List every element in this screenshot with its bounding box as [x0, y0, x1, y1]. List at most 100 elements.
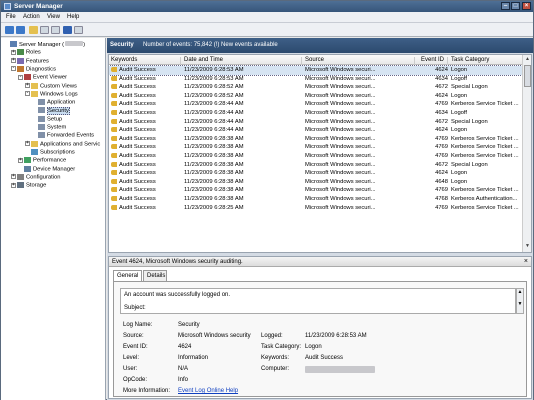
col-keywords[interactable]: Keywords	[111, 57, 181, 65]
table-row[interactable]: Audit Success 11/23/2009 6:28:38 AM Micros…	[109, 143, 522, 152]
tree-item[interactable]: - Diagnostics	[11, 65, 56, 74]
help-icon[interactable]	[63, 26, 72, 34]
table-row[interactable]: Audit Success 11/23/2009 6:28:44 AM Micros…	[109, 100, 522, 109]
tree-item[interactable]: Forwarded Events	[32, 132, 94, 140]
table-row[interactable]: Audit Success 11/23/2009 6:28:44 AM Micros…	[109, 109, 522, 118]
table-row[interactable]: Audit Success 11/23/2009 6:28:38 AM Micros…	[109, 135, 522, 144]
col-date[interactable]: Date and Time	[184, 57, 302, 65]
table-row[interactable]: Audit Success 11/23/2009 6:28:38 AM Micros…	[109, 178, 522, 187]
table-row[interactable]: Audit Success 11/23/2009 6:28:38 AM Micros…	[109, 195, 522, 204]
tree-item[interactable]: + Roles	[11, 49, 41, 57]
menu-help[interactable]: Help	[67, 14, 79, 20]
table-row[interactable]: Audit Success 11/23/2009 6:28:38 AM Micros…	[109, 169, 522, 178]
message-scrollbar[interactable]: ▲ ▼	[516, 288, 524, 314]
scroll-up-icon[interactable]: ▲	[524, 56, 531, 64]
show-hide-tree-icon[interactable]	[40, 26, 49, 34]
collapse-icon[interactable]: -	[18, 74, 23, 80]
cell-event-id: 4624	[435, 92, 448, 99]
event-log-help-link[interactable]: Event Log Online Help	[178, 388, 238, 394]
expand-icon[interactable]: +	[11, 182, 16, 188]
folder-icon	[31, 140, 38, 147]
menu-action[interactable]: Action	[23, 14, 40, 20]
table-row[interactable]: Audit Success 11/23/2009 6:28:38 AM Micros…	[109, 161, 522, 170]
menu-file[interactable]: File	[6, 14, 16, 20]
key-icon	[111, 170, 117, 176]
tree-item-label: Storage	[26, 182, 47, 189]
col-event-id[interactable]: Event ID	[418, 57, 448, 65]
table-row[interactable]: Audit Success 11/23/2009 6:28:52 AM Micros…	[109, 92, 522, 101]
tree-item[interactable]: + Configuration	[11, 173, 61, 182]
close-detail-icon[interactable]: ×	[524, 258, 528, 265]
tree-item-label: Event Viewer	[33, 74, 68, 81]
tree-item[interactable]: Setup	[32, 115, 62, 124]
tab-details[interactable]: Details	[143, 270, 167, 281]
cell-source: Microsoft Windows securi...	[305, 110, 376, 116]
collapse-icon[interactable]: -	[11, 66, 16, 72]
log-icon	[38, 99, 45, 106]
up-folder-icon[interactable]	[29, 26, 38, 34]
server-manager-window: Server Manager ‒ □ × File Action View He…	[0, 0, 534, 400]
expand-icon[interactable]: +	[11, 174, 16, 180]
table-row[interactable]: Audit Success 11/23/2009 6:28:53 AM Micros…	[109, 75, 522, 84]
table-row[interactable]: Audit Success 11/23/2009 6:28:25 AM Micros…	[109, 204, 522, 213]
cell-task-category: Kerberos Service Ticket ...	[451, 101, 519, 108]
expand-icon[interactable]: +	[25, 83, 30, 88]
tree-item[interactable]: Subscriptions	[25, 148, 75, 157]
grid-scrollbar[interactable]: ▲ ▼	[522, 55, 531, 252]
maximize-button[interactable]: □	[511, 2, 520, 10]
server-manager-icon	[4, 3, 11, 10]
col-source[interactable]: Source	[305, 57, 415, 65]
collapse-icon[interactable]: -	[25, 91, 30, 97]
expand-icon[interactable]: +	[11, 58, 16, 64]
cell-source: Microsoft Windows securi...	[305, 178, 376, 185]
tree-item-label: Application	[47, 99, 76, 106]
tree-item[interactable]: Server Manager ()	[4, 41, 85, 49]
properties-icon[interactable]	[51, 26, 60, 34]
tree-item[interactable]: + Custom Views	[25, 82, 77, 91]
minimize-button[interactable]: ‒	[501, 2, 510, 10]
col-task-category[interactable]: Task Category	[451, 57, 521, 65]
forward-icon[interactable]	[16, 26, 25, 34]
action-pane-icon[interactable]	[74, 26, 83, 34]
tree-item[interactable]: + Performance	[18, 157, 66, 165]
cell-event-id: 4634	[435, 110, 448, 116]
cell-date: 11/23/2009 6:28:44 AM	[184, 110, 244, 116]
table-row[interactable]: Audit Success 11/23/2009 6:28:38 AM Micros…	[109, 186, 522, 195]
storage-icon	[17, 182, 24, 189]
tree-item[interactable]: Security	[32, 106, 70, 115]
cell-keywords: Audit Success	[111, 178, 156, 185]
tree-item-label: Configuration	[26, 174, 61, 181]
tree-item[interactable]: - Windows Logs	[25, 90, 78, 99]
cell-keywords: Audit Success	[111, 67, 156, 73]
tree-item[interactable]: + Storage	[11, 182, 46, 190]
scroll-down-icon[interactable]: ▼	[524, 243, 531, 251]
key-icon	[111, 204, 117, 210]
tree-item[interactable]: Device Manager	[18, 165, 75, 174]
table-row[interactable]: Audit Success 11/23/2009 6:28:44 AM Micros…	[109, 118, 522, 127]
computer-label: Computer:	[261, 366, 290, 372]
expand-icon[interactable]: +	[18, 157, 23, 163]
event-count: Number of events: 75,842 (!) New events …	[143, 42, 278, 48]
expand-icon[interactable]: +	[25, 141, 30, 147]
table-row[interactable]: Audit Success 11/23/2009 6:28:53 AM Micros…	[109, 65, 523, 76]
cell-event-id: 4624	[435, 170, 448, 177]
scroll-thumb[interactable]	[524, 65, 531, 87]
cell-source: Microsoft Windows securi...	[305, 153, 376, 159]
menu-view[interactable]: View	[47, 14, 60, 20]
table-row[interactable]: Audit Success 11/23/2009 6:28:38 AM Micros…	[109, 152, 522, 161]
tree-item[interactable]: + Features	[11, 57, 49, 66]
event-message[interactable]: An account was successfully logged on. S…	[120, 288, 516, 314]
key-icon	[111, 127, 117, 133]
back-icon[interactable]	[5, 26, 14, 34]
table-row[interactable]: Audit Success 11/23/2009 6:28:44 AM Micros…	[109, 126, 522, 135]
title-bar: Server Manager ‒ □ ×	[1, 1, 533, 12]
expand-icon[interactable]: +	[11, 49, 16, 55]
tree-item[interactable]: + Applications and Servic	[25, 140, 100, 149]
cell-date: 11/23/2009 6:28:38 AM	[184, 178, 244, 185]
tree-item-label: Roles	[26, 49, 41, 56]
tree-item[interactable]: Application	[32, 99, 75, 107]
tree-item[interactable]: System	[32, 124, 66, 132]
close-button[interactable]: ×	[522, 2, 531, 10]
table-row[interactable]: Audit Success 11/23/2009 6:28:52 AM Micros…	[109, 83, 522, 92]
tree-item[interactable]: - Event Viewer	[18, 74, 67, 82]
